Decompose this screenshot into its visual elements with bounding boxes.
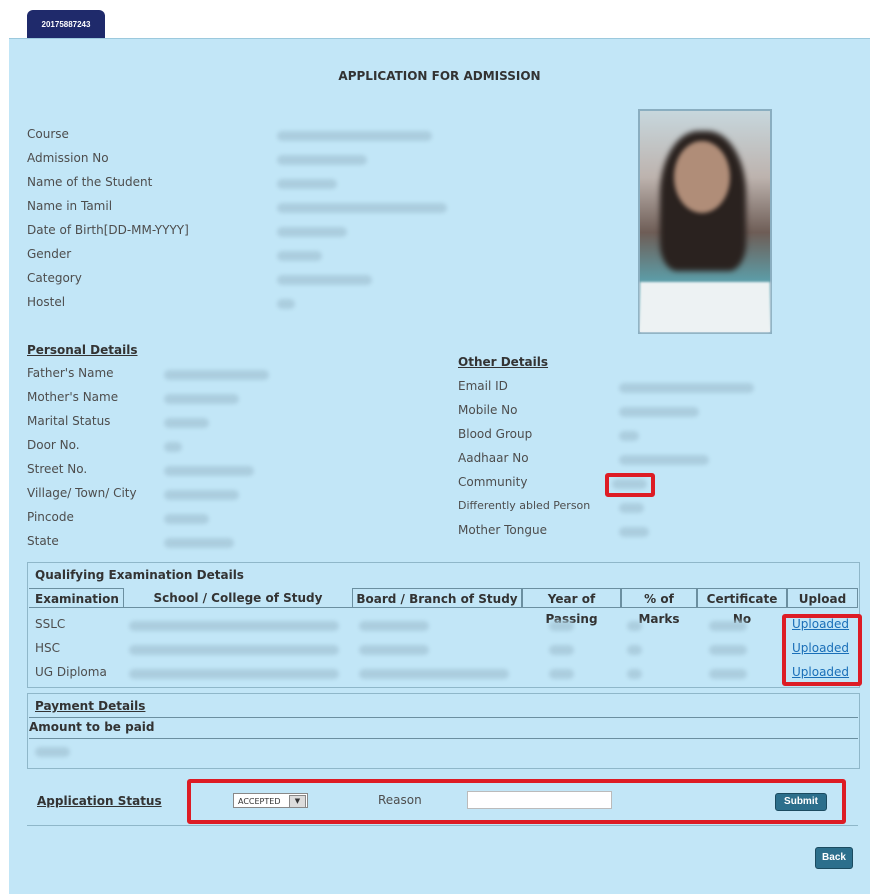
student-photo	[638, 109, 772, 334]
field-label-hostel: Hostel	[27, 295, 66, 309]
highlight-status	[187, 779, 846, 824]
redacted-value	[164, 466, 254, 476]
qualifying-table-header: Examination School / College of Study Bo…	[29, 588, 858, 626]
redacted-value	[277, 203, 447, 213]
field-label-mobile: Mobile No	[458, 403, 518, 417]
field-label-pincode: Pincode	[27, 510, 74, 524]
redacted-value	[277, 131, 432, 141]
payment-heading: Payment Details	[35, 699, 146, 713]
redacted-value	[277, 179, 337, 189]
field-label-admission-no: Admission No	[27, 151, 109, 165]
redacted-value	[619, 383, 754, 393]
field-label-blood-group: Blood Group	[458, 427, 533, 441]
redacted-value	[619, 503, 644, 513]
other-details-heading: Other Details	[458, 355, 549, 369]
qualifying-heading: Qualifying Examination Details	[35, 568, 244, 582]
redacted-value	[709, 621, 747, 631]
redacted-value	[277, 155, 367, 165]
redacted-value	[549, 669, 574, 679]
col-year: Year of Passing	[522, 588, 621, 626]
redacted-value	[359, 621, 429, 631]
redacted-value	[129, 669, 339, 679]
field-label-street-no: Street No.	[27, 462, 88, 476]
redacted-value	[164, 370, 269, 380]
field-label-mother-name: Mother's Name	[27, 390, 119, 404]
field-label-student-name: Name of the Student	[27, 175, 153, 189]
redacted-value	[129, 645, 339, 655]
redacted-value	[359, 669, 509, 679]
redacted-value	[35, 747, 70, 757]
redacted-value	[549, 645, 574, 655]
field-label-mother-tongue: Mother Tongue	[458, 523, 547, 537]
redacted-value	[164, 394, 239, 404]
field-label-email: Email ID	[458, 379, 508, 393]
field-label-village: Village/ Town/ City	[27, 486, 137, 500]
exam-row-hsc: HSC	[35, 641, 61, 655]
field-label-state: State	[27, 534, 59, 548]
redacted-value	[164, 538, 234, 548]
redacted-value	[619, 407, 699, 417]
field-label-gender: Gender	[27, 247, 72, 261]
col-certificate: Certificate No	[697, 588, 787, 626]
col-examination: Examination	[29, 588, 124, 608]
field-label-category: Category	[27, 271, 82, 285]
redacted-value	[709, 669, 747, 679]
col-school: School / College of Study	[124, 588, 352, 608]
redacted-value	[164, 442, 182, 452]
highlight-community	[605, 473, 655, 497]
page-title: APPLICATION FOR ADMISSION	[338, 69, 541, 83]
col-marks: % of Marks	[621, 588, 697, 626]
redacted-value	[277, 299, 295, 309]
highlight-uploads	[782, 614, 862, 686]
field-label-course: Course	[27, 127, 69, 141]
application-tab[interactable]: 20175887243	[27, 10, 105, 40]
redacted-value	[709, 645, 747, 655]
exam-row-sslc: SSLC	[35, 617, 66, 631]
redacted-value	[359, 645, 429, 655]
redacted-value	[164, 418, 209, 428]
redacted-value	[619, 527, 649, 537]
redacted-value	[619, 455, 709, 465]
field-label-differently-abled: Differently abled Person	[458, 499, 591, 512]
redacted-value	[627, 645, 642, 655]
field-label-door-no: Door No.	[27, 438, 80, 452]
field-label-aadhaar: Aadhaar No	[458, 451, 529, 465]
redacted-value	[627, 621, 642, 631]
redacted-value	[277, 251, 322, 261]
redacted-value	[627, 669, 642, 679]
application-status-label: Application Status	[37, 794, 162, 808]
redacted-value	[129, 621, 339, 631]
amount-label: Amount to be paid	[29, 720, 155, 734]
redacted-value	[164, 490, 239, 500]
redacted-value	[164, 514, 209, 524]
col-board: Board / Branch of Study	[352, 588, 522, 608]
redacted-value	[619, 431, 639, 441]
back-button[interactable]: Back	[815, 847, 853, 869]
field-label-community: Community	[458, 475, 528, 489]
personal-details-heading: Personal Details	[27, 343, 138, 357]
col-upload: Upload	[787, 588, 858, 608]
field-label-father-name: Father's Name	[27, 366, 114, 380]
redacted-value	[549, 621, 574, 631]
redacted-value	[277, 275, 372, 285]
application-panel: APPLICATION FOR ADMISSION Course Admissi…	[9, 38, 870, 894]
field-label-marital-status: Marital Status	[27, 414, 111, 428]
field-label-name-tamil: Name in Tamil	[27, 199, 113, 213]
field-label-dob: Date of Birth[DD-MM-YYYY]	[27, 223, 189, 237]
redacted-value	[277, 227, 347, 237]
exam-row-ug-diploma: UG Diploma	[35, 665, 107, 679]
